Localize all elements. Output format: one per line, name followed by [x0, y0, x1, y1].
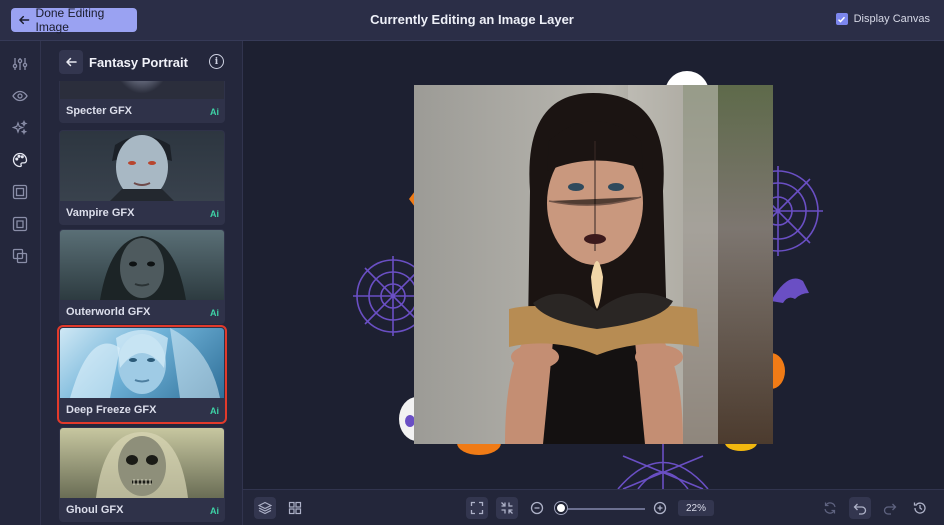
arrow-left-icon [19, 15, 30, 25]
spiderweb-decoration-bottom [617, 439, 709, 489]
crop-icon[interactable] [11, 215, 29, 233]
layers-overlap-icon[interactable] [11, 247, 29, 265]
palette-icon[interactable] [11, 151, 29, 169]
effect-card-vampire[interactable]: Vampire GFX Ai [59, 130, 225, 225]
eye-icon[interactable] [11, 87, 29, 105]
ai-badge: Ai [210, 209, 219, 219]
bottom-toolbar: 22% [243, 489, 944, 525]
display-canvas-label: Display Canvas [853, 13, 930, 25]
arrow-left-icon [66, 57, 77, 67]
outerworld-thumbnail [60, 230, 224, 300]
ghoul-thumbnail [60, 428, 224, 498]
layers-button[interactable] [254, 497, 276, 519]
effect-card-ghoul[interactable]: Ghoul GFX Ai [59, 427, 225, 522]
redo-button[interactable] [879, 497, 901, 519]
ai-badge: Ai [210, 107, 219, 117]
undo-icon [853, 503, 867, 515]
info-icon[interactable]: i [209, 54, 224, 69]
effect-card-label: Specter GFX [66, 105, 133, 117]
edited-image-layer[interactable] [414, 85, 773, 444]
effect-card-label: Vampire GFX [66, 207, 135, 219]
frame-icon[interactable] [11, 183, 29, 201]
ai-badge: Ai [210, 406, 219, 416]
zoom-slider-track[interactable] [559, 508, 645, 510]
display-canvas-checkbox[interactable] [835, 13, 848, 25]
refresh-icon [824, 502, 836, 514]
layers-icon [258, 501, 272, 515]
done-editing-button[interactable]: Done Editing Image [11, 6, 137, 34]
effects-panel: Fantasy Portrait i Specter GFX Ai Vampir… [41, 41, 243, 525]
done-editing-label: Done Editing Image [35, 6, 105, 34]
ai-badge: Ai [210, 506, 219, 516]
check-icon [838, 16, 846, 23]
grid-button[interactable] [284, 497, 306, 519]
top-bar: Done Editing Image Currently Editing an … [0, 0, 944, 41]
panel-title: Fantasy Portrait [89, 55, 188, 70]
ai-badge: Ai [210, 308, 219, 318]
display-canvas-toggle[interactable]: Display Canvas [835, 13, 930, 25]
fit-to-screen-button[interactable] [466, 497, 488, 519]
undo-button[interactable] [849, 497, 871, 519]
deep-freeze-thumbnail [60, 328, 224, 398]
effect-card-deep-freeze[interactable]: Deep Freeze GFX Ai [57, 325, 227, 424]
zoom-out-button[interactable] [526, 497, 548, 519]
effect-card-label: Ghoul GFX [66, 504, 124, 516]
canvas-area [243, 41, 944, 489]
shrink-button[interactable] [496, 497, 518, 519]
effect-card-outerworld[interactable]: Outerworld GFX Ai [59, 229, 225, 324]
plus-circle-icon [653, 501, 667, 515]
zoom-level[interactable]: 22% [678, 500, 714, 516]
replace-button[interactable] [819, 497, 841, 519]
adjust-sliders-icon[interactable] [11, 55, 29, 73]
history-button[interactable] [909, 497, 931, 519]
vampire-thumbnail [60, 131, 224, 201]
minus-circle-icon [530, 501, 544, 515]
page-title: Currently Editing an Image Layer [370, 12, 574, 27]
tool-rail [0, 41, 41, 525]
effect-card-label: Outerworld GFX [66, 306, 151, 318]
expand-icon [470, 501, 484, 515]
effect-card-label: Deep Freeze GFX [66, 404, 157, 416]
zoom-in-button[interactable] [649, 497, 671, 519]
redo-icon [883, 503, 897, 515]
collapse-icon [501, 502, 513, 514]
zoom-slider-handle[interactable] [554, 502, 567, 514]
bat-decoration [771, 278, 809, 303]
design-canvas[interactable] [243, 41, 944, 489]
history-icon [913, 502, 926, 514]
grid-icon [288, 501, 302, 515]
panel-back-button[interactable] [59, 50, 83, 74]
panel-header: Fantasy Portrait i [41, 41, 242, 81]
sparkles-icon[interactable] [11, 119, 29, 137]
